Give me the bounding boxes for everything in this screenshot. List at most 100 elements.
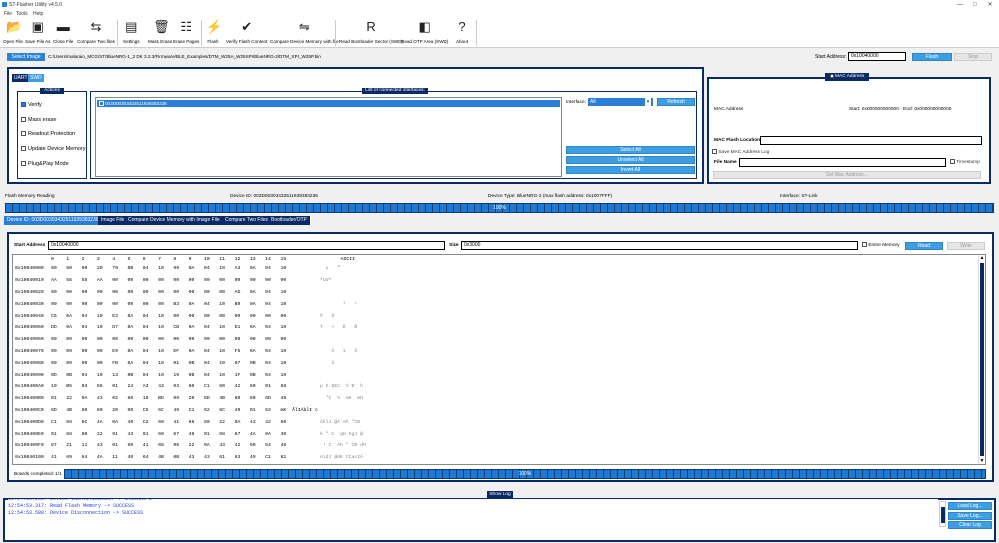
memory-byte[interactable]: BD: [156, 393, 171, 405]
memory-byte[interactable]: 42: [233, 381, 248, 393]
memory-size-input[interactable]: 0x3000: [461, 241, 858, 250]
memory-byte[interactable]: 0A: [64, 322, 79, 334]
memory-byte[interactable]: 04: [202, 263, 217, 275]
memory-byte[interactable]: mK` ÅlIÁblI c: [278, 405, 317, 417]
memory-byte[interactable]: 40: [125, 452, 140, 464]
memory-byte[interactable]: 00: [141, 334, 156, 346]
memory-byte[interactable]: 04: [141, 310, 156, 322]
memory-byte[interactable]: 10: [278, 346, 317, 358]
memory-byte[interactable]: 00: [110, 334, 125, 346]
action-plug-play-mode[interactable]: Plug&Play Mode: [21, 161, 69, 167]
memory-byte[interactable]: 00: [187, 287, 202, 299]
memory-byte[interactable]: 68: [217, 428, 232, 440]
memory-byte[interactable]: 04: [141, 369, 156, 381]
memory-byte[interactable]: 60: [156, 428, 171, 440]
memory-byte[interactable]: 64: [80, 452, 95, 464]
memory-byte[interactable]: 00: [80, 334, 95, 346]
interface-item[interactable]: 003D00303432511939383236: [97, 100, 560, 107]
memory-byte[interactable]: 64: [141, 452, 156, 464]
memory-table-container[interactable]: 0 1 2 3 4 5 6 7 8 9 10 11 12 13 14 15 ASCII 0x10040000 00 6…: [12, 254, 986, 465]
memory-byte[interactable]: 04: [141, 346, 156, 358]
memory-byte[interactable]: 1F: [233, 369, 248, 381]
action-update-device-memory[interactable]: Update Device Memory: [21, 146, 85, 152]
memory-byte[interactable]: 00: [64, 298, 79, 310]
tab-device-id[interactable]: Device ID: 003D00303432511939383236: [4, 216, 103, 225]
memory-byte[interactable]: 40: [125, 416, 140, 428]
memory-byte[interactable]: 0A: [125, 346, 140, 358]
memory-byte[interactable]: 80: [248, 393, 263, 405]
memory-byte[interactable]: 00: [233, 275, 248, 287]
action-readout-protection[interactable]: Readout Protection: [21, 131, 75, 137]
memory-byte[interactable]: 0A: [80, 393, 95, 405]
memory-byte[interactable]: 0A: [125, 322, 140, 334]
read-bootloader-sector-swd-tool[interactable]: R Read Bootloader Sector (SWD): [339, 20, 403, 45]
memory-byte[interactable]: 01: [49, 428, 64, 440]
memory-byte[interactable]: 68: [64, 416, 79, 428]
memory-byte[interactable]: 00: [171, 310, 186, 322]
memory-byte[interactable]: 43: [95, 440, 110, 452]
memory-byte[interactable]: C1: [187, 405, 202, 417]
set-mac-address-button[interactable]: Set Mac Address...: [713, 171, 981, 179]
memory-byte[interactable]: 00: [156, 275, 171, 287]
memory-byte[interactable]: 60: [125, 393, 140, 405]
memory-byte[interactable]: 0B: [248, 369, 263, 381]
memory-byte[interactable]: 22: [95, 428, 110, 440]
load-log-button[interactable]: Load Log...: [948, 502, 992, 510]
memory-byte[interactable]: 60: [278, 416, 317, 428]
memory-byte[interactable]: 68: [156, 440, 171, 452]
memory-byte[interactable]: 07: [233, 357, 248, 369]
write-button[interactable]: Write: [947, 242, 985, 250]
memory-byte[interactable]: A3: [141, 381, 156, 393]
memory-byte[interactable]: 0A: [187, 346, 202, 358]
memory-byte[interactable]: 10: [156, 369, 171, 381]
memory-byte[interactable]: A3: [233, 263, 248, 275]
memory-byte[interactable]: 00: [278, 334, 317, 346]
erase-pages-tool[interactable]: ☷ Erase Pages: [173, 20, 199, 45]
memory-byte[interactable]: 04: [141, 322, 156, 334]
memory-byte[interactable]: 01: [202, 428, 217, 440]
action-checkbox[interactable]: [21, 102, 26, 108]
memory-byte[interactable]: 00: [248, 275, 263, 287]
action-checkbox[interactable]: [21, 160, 26, 166]
memory-byte[interactable]: 49: [171, 405, 186, 417]
memory-byte[interactable]: 62: [202, 405, 217, 417]
memory-byte[interactable]: 69: [64, 452, 79, 464]
memory-byte[interactable]: 43: [202, 452, 217, 464]
read-otp-area-swd-tool[interactable]: ◧ Read OTP Area (SWD): [401, 20, 448, 45]
memory-byte[interactable]: AA: [95, 275, 110, 287]
memory-byte[interactable]: 04: [263, 357, 278, 369]
memory-byte[interactable]: 21: [64, 440, 79, 452]
minimize-button[interactable]: —: [955, 1, 965, 9]
memory-byte[interactable]: 00: [156, 334, 171, 346]
memory-byte[interactable]: B5: [64, 381, 79, 393]
memory-byte[interactable]: 43: [95, 393, 110, 405]
select-all-button[interactable]: Select All: [566, 146, 695, 154]
memory-byte[interactable]: 6C: [217, 405, 232, 417]
memory-byte[interactable]: 41: [171, 416, 186, 428]
memory-byte[interactable]: 4A: [95, 416, 110, 428]
memory-byte[interactable]: 00: [80, 357, 95, 369]
memory-byte[interactable]: 55: [80, 275, 95, 287]
memory-byte[interactable]: 04: [80, 310, 95, 322]
memory-byte[interactable]: 04: [263, 346, 278, 358]
memory-byte[interactable]: 10: [95, 369, 110, 381]
memory-byte[interactable]: 0B: [171, 452, 186, 464]
memory-byte[interactable]: 81: [278, 452, 317, 464]
memory-byte[interactable]: 00: [125, 275, 140, 287]
memory-byte[interactable]: 91: [110, 428, 125, 440]
memory-byte[interactable]: 00: [80, 346, 95, 358]
memory-byte[interactable]: 00: [141, 287, 156, 299]
memory-byte[interactable]: 04: [141, 263, 156, 275]
memory-byte[interactable]: E3: [110, 310, 125, 322]
memory-byte[interactable]: 00: [110, 298, 125, 310]
unselect-all-button[interactable]: Unselect All: [566, 156, 695, 164]
memory-byte[interactable]: 10: [156, 263, 171, 275]
memory-byte[interactable]: 0A: [233, 416, 248, 428]
action-checkbox[interactable]: [21, 116, 26, 122]
memory-byte[interactable]: 00: [202, 310, 217, 322]
invert-all-button[interactable]: Invert All: [566, 166, 695, 174]
memory-byte[interactable]: 0A: [187, 322, 202, 334]
memory-byte[interactable]: C2: [141, 416, 156, 428]
memory-byte[interactable]: 10: [95, 310, 110, 322]
memory-byte[interactable]: 04: [263, 298, 278, 310]
